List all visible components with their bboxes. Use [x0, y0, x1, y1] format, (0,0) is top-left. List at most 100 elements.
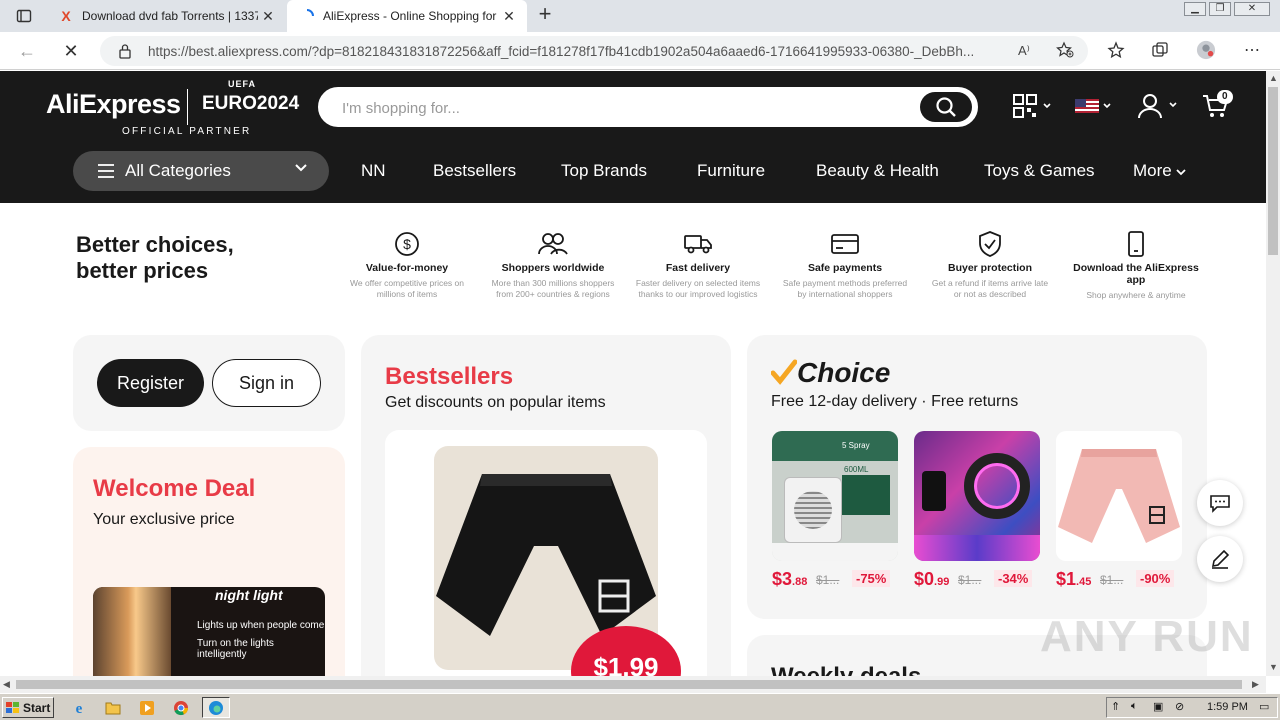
- new-tab-button[interactable]: +: [534, 3, 556, 26]
- lock-icon: [118, 43, 132, 64]
- value-prop-desc: More than 300 millions shoppers from 200+…: [483, 278, 623, 300]
- chrome-icon[interactable]: [170, 697, 192, 718]
- security-icon[interactable]: ⊘: [1175, 700, 1184, 713]
- promo-line: Lights up when people come: [197, 620, 325, 631]
- url-text[interactable]: https://best.aliexpress.com/?dp=81821843…: [148, 44, 1008, 59]
- vertical-scroll-thumb[interactable]: [1268, 87, 1278, 255]
- anyrun-watermark: ANY RUN: [1040, 612, 1254, 661]
- minimize-button[interactable]: ▁: [1184, 2, 1206, 16]
- chat-button[interactable]: [1197, 480, 1243, 526]
- bestseller-product[interactable]: $1.99: [385, 430, 707, 676]
- url-bar[interactable]: https://best.aliexpress.com/?dp=81821843…: [100, 36, 1088, 66]
- tab-close-icon[interactable]: ✕: [499, 8, 519, 25]
- site-header: AliExpress UEFA EURO2024 OFFICIAL PARTNE…: [0, 71, 1266, 203]
- value-prop-desc-line: Faster delivery on selected items: [635, 278, 761, 288]
- value-prop-desc-line: or not as described: [953, 289, 1027, 299]
- nav-more[interactable]: More: [1133, 161, 1187, 181]
- tab-actions-icon[interactable]: [14, 6, 34, 26]
- value-prop-desc-line: Get a refund if items arrive late: [931, 278, 1049, 288]
- nav-top-brands[interactable]: Top Brands: [561, 161, 647, 181]
- notification-icon[interactable]: ▭: [1259, 700, 1269, 713]
- vertical-scrollbar[interactable]: ▲ ▼: [1266, 71, 1280, 676]
- pencil-icon: [1211, 549, 1230, 569]
- all-categories-button[interactable]: All Categories: [73, 151, 329, 191]
- choice-product[interactable]: $1.45 $1... -90%: [1056, 431, 1182, 589]
- start-button[interactable]: Start: [2, 697, 54, 718]
- account-icon[interactable]: [1137, 91, 1181, 121]
- favorites-icon[interactable]: [1106, 40, 1126, 60]
- tray-arrow-icon[interactable]: ⇑: [1111, 700, 1120, 713]
- price-main: $3: [772, 569, 793, 589]
- bestsellers-card[interactable]: Bestsellers Get discounts on popular ite…: [361, 335, 731, 676]
- sign-in-button[interactable]: Sign in: [212, 359, 321, 407]
- search-placeholder: I'm shopping for...: [342, 100, 460, 117]
- scroll-right-icon[interactable]: ▶: [1252, 679, 1259, 690]
- value-prop-desc-line: by international shoppers: [797, 289, 893, 299]
- collections-icon[interactable]: [1150, 40, 1170, 60]
- profile-avatar-icon[interactable]: [1196, 40, 1216, 60]
- chevron-down-icon: [295, 164, 307, 172]
- loading-spinner-icon: [299, 8, 315, 24]
- promo-title: night light: [215, 587, 283, 603]
- browser-tab-aliexpress[interactable]: AliExpress - Online Shopping for ✕: [287, 0, 527, 32]
- welcome-deal-card[interactable]: Welcome Deal Your exclusive price night …: [73, 447, 345, 676]
- bestsellers-title: Bestsellers: [385, 363, 514, 390]
- media-player-icon[interactable]: [136, 697, 158, 718]
- ie-icon[interactable]: e: [68, 697, 90, 718]
- svg-text:e: e: [76, 701, 83, 716]
- add-favorite-icon[interactable]: [1056, 41, 1074, 64]
- product-discount: -75%: [852, 570, 891, 587]
- volume-icon[interactable]: 🔈︎: [1131, 700, 1138, 713]
- windows-logo-icon: [6, 701, 19, 713]
- nav-bestsellers[interactable]: Bestsellers: [433, 161, 516, 181]
- night-light-product-image[interactable]: night light Lights up when people come T…: [93, 587, 325, 676]
- product-price: $3.88: [772, 569, 807, 590]
- value-prop-desc-line: from 200+ countries & regions: [496, 289, 610, 299]
- tab-close-icon[interactable]: ✕: [258, 8, 278, 25]
- close-window-button[interactable]: ✕: [1234, 2, 1270, 16]
- choice-logo: Choice: [770, 357, 890, 389]
- scroll-down-icon[interactable]: ▼: [1269, 662, 1278, 672]
- folder-icon[interactable]: [102, 697, 124, 718]
- stop-loading-icon[interactable]: ✕: [60, 40, 82, 62]
- network-icon[interactable]: ▣: [1153, 700, 1163, 713]
- windows-taskbar: Start e ⇑ 🔈︎ ▣ ⊘ 1:59 PM ▭: [0, 693, 1280, 720]
- nav-beauty-health[interactable]: Beauty & Health: [816, 161, 939, 181]
- us-flag-icon[interactable]: [1075, 91, 1115, 121]
- value-prop-desc: Safe payment methods preferred by interna…: [775, 278, 915, 300]
- clock: 1:59 PM: [1207, 701, 1248, 713]
- shield-icon: [920, 230, 1060, 258]
- users-icon: [483, 230, 623, 258]
- value-prop-desc-line: thanks to our improved logistics: [638, 289, 758, 299]
- qr-code-icon[interactable]: [1013, 91, 1051, 121]
- choice-product[interactable]: 5 Spray 600ML $3.88 $1... -75%: [772, 431, 898, 589]
- value-prop-desc-line: We offer competitive prices on: [349, 278, 464, 288]
- value-prop-app[interactable]: Download the AliExpress app Shop anywher…: [1066, 230, 1206, 301]
- back-arrow-icon[interactable]: ←: [16, 40, 38, 62]
- search-button[interactable]: [920, 92, 972, 122]
- nav-nn[interactable]: NN: [361, 161, 386, 181]
- choice-product[interactable]: $0.99 $1... -34%: [914, 431, 1040, 589]
- edge-icon[interactable]: [202, 697, 230, 718]
- more-options-icon[interactable]: ⋯: [1242, 40, 1262, 60]
- nav-toys-games[interactable]: Toys & Games: [984, 161, 1095, 181]
- read-aloud-icon[interactable]: A⁾: [1018, 43, 1030, 59]
- scroll-left-icon[interactable]: ◀: [3, 679, 10, 690]
- value-prop-name: Download the AliExpress app: [1073, 262, 1199, 286]
- value-prop-desc-line: Shop anywhere & anytime: [1086, 290, 1186, 300]
- price-cents: .99: [934, 576, 950, 588]
- scroll-up-icon[interactable]: ▲: [1269, 73, 1278, 83]
- browser-tab-strip: X Download dvd fab Torrents | 1337 ✕ Ali…: [0, 0, 1280, 32]
- aliexpress-logo[interactable]: AliExpress: [46, 89, 181, 120]
- browser-tab-torrents[interactable]: X Download dvd fab Torrents | 1337 ✕: [46, 0, 286, 32]
- value-prop-name: Safe payments: [807, 262, 883, 274]
- register-button[interactable]: Register: [97, 359, 204, 407]
- choice-card[interactable]: Choice Free 12-day delivery · Free retur…: [747, 335, 1207, 619]
- horizontal-scroll-thumb[interactable]: [16, 680, 1242, 689]
- search-input[interactable]: I'm shopping for...: [318, 87, 978, 127]
- chevron-down-icon: [1176, 169, 1187, 176]
- nav-furniture[interactable]: Furniture: [697, 161, 765, 181]
- restore-button[interactable]: ❐: [1209, 2, 1231, 16]
- horizontal-scrollbar[interactable]: ◀ ▶: [0, 676, 1266, 693]
- feedback-button[interactable]: [1197, 536, 1243, 582]
